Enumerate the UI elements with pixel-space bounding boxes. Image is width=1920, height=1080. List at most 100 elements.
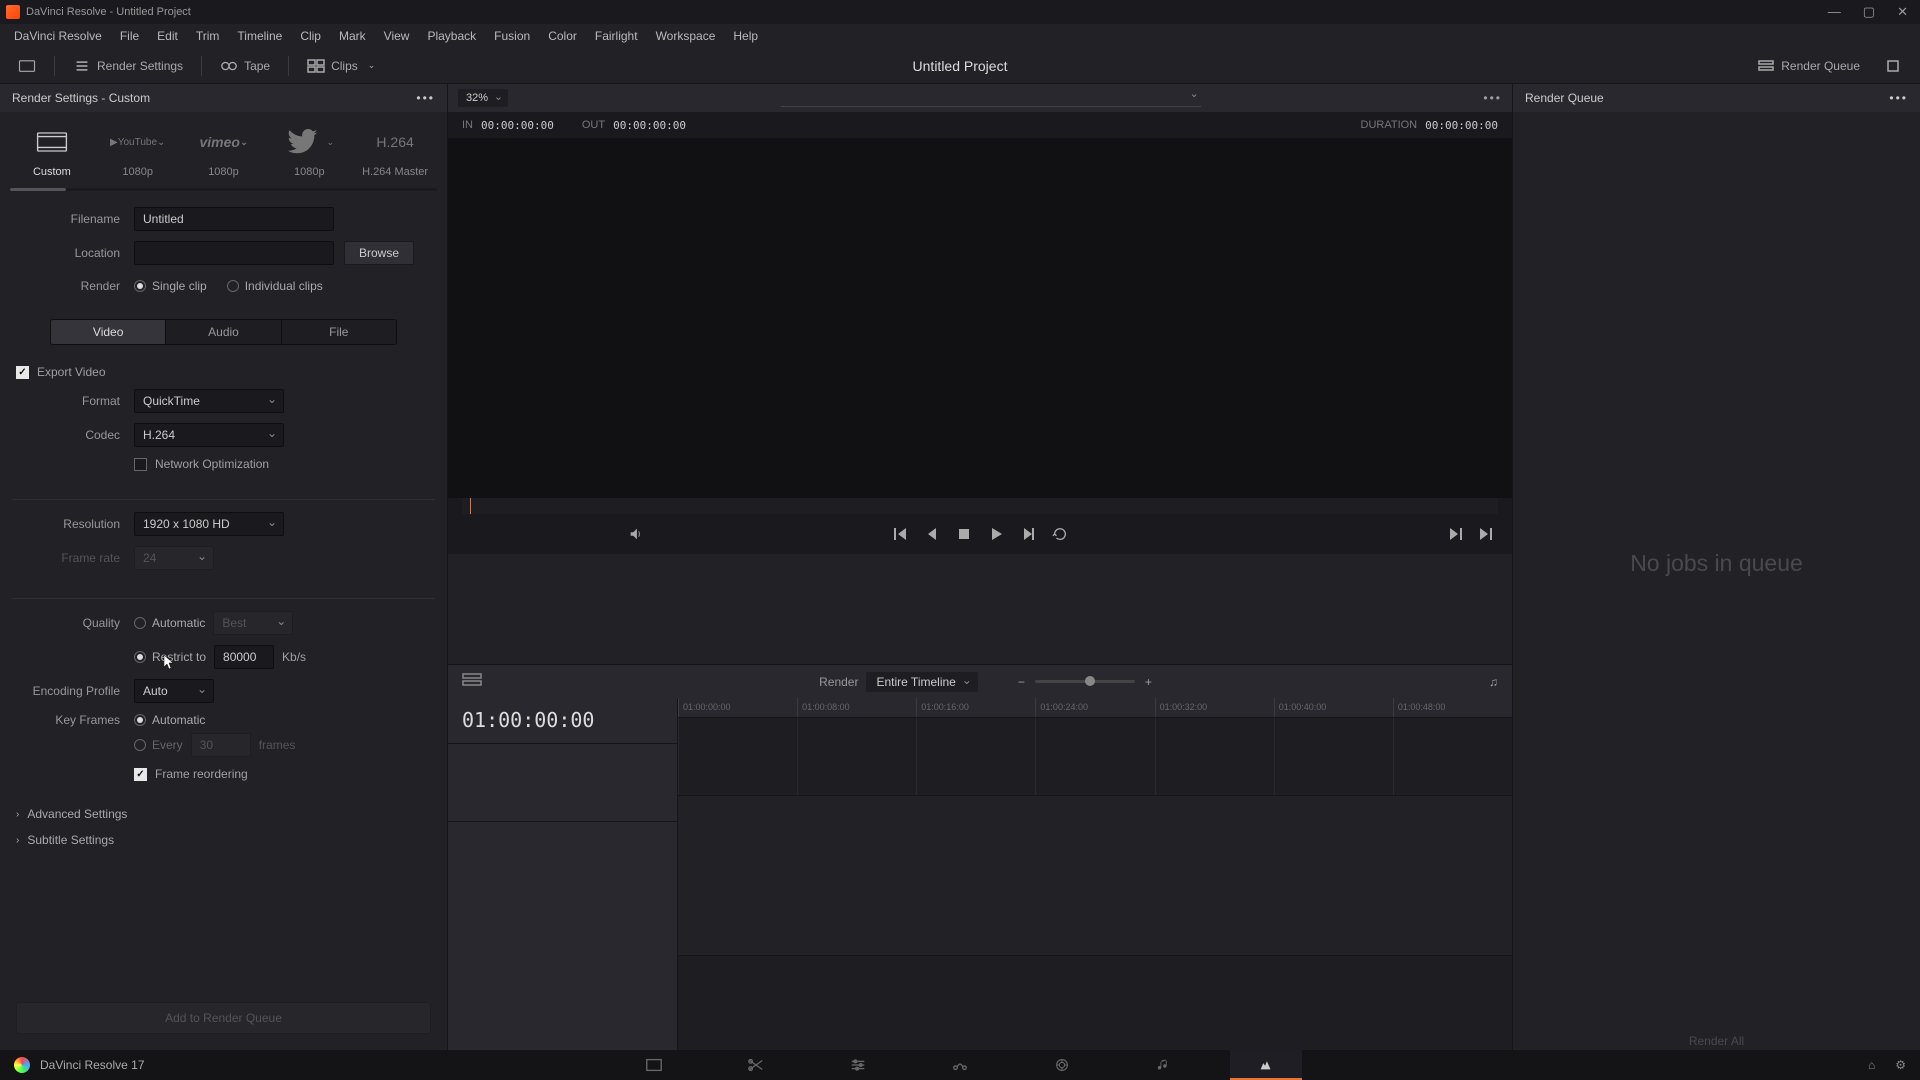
enc-profile-select[interactable]: Auto xyxy=(134,679,214,703)
menu-trim[interactable]: Trim xyxy=(188,27,228,45)
resolution-select[interactable]: 1920 x 1080 HD xyxy=(134,512,284,536)
preset-scrollbar[interactable] xyxy=(10,188,437,191)
restrict-value-input[interactable] xyxy=(214,645,274,669)
tab-file[interactable]: File xyxy=(281,320,396,344)
menu-mark[interactable]: Mark xyxy=(331,27,374,45)
menu-davinci[interactable]: DaVinci Resolve xyxy=(6,27,110,45)
page-fusion[interactable] xyxy=(924,1050,996,1080)
frame-reorder-checkbox[interactable] xyxy=(134,768,147,781)
network-opt-checkbox[interactable] xyxy=(134,458,147,471)
frame-reorder-label: Frame reordering xyxy=(155,767,248,781)
app-name: DaVinci Resolve 17 xyxy=(40,1058,145,1072)
page-fairlight[interactable] xyxy=(1128,1050,1200,1080)
settings-icon[interactable]: ⚙ xyxy=(1895,1058,1906,1072)
codec-select[interactable]: H.264 xyxy=(134,423,284,447)
menu-clip[interactable]: Clip xyxy=(292,27,329,45)
menu-edit[interactable]: Edit xyxy=(149,27,186,45)
kf-auto-label: Automatic xyxy=(152,713,205,727)
restrict-to-radio[interactable] xyxy=(134,651,146,663)
single-clip-radio[interactable] xyxy=(134,280,146,292)
individual-clips-radio[interactable] xyxy=(227,280,239,292)
volume-icon[interactable] xyxy=(628,526,644,542)
filename-input[interactable] xyxy=(134,207,334,231)
advanced-settings-expand[interactable]: ›Advanced Settings xyxy=(0,801,447,827)
timeline-view-icon[interactable] xyxy=(462,673,482,690)
next-frame-button[interactable] xyxy=(1020,526,1036,542)
maximize-button[interactable]: ▢ xyxy=(1863,4,1875,20)
vimeo-icon: vimeo ⌄ xyxy=(199,128,247,156)
kf-auto-radio[interactable] xyxy=(134,714,146,726)
zoom-in-button[interactable]: + xyxy=(1145,675,1152,689)
tab-video[interactable]: Video xyxy=(51,320,165,344)
prev-frame-button[interactable] xyxy=(924,526,940,542)
location-input[interactable] xyxy=(134,241,334,265)
render-settings-button[interactable]: Render Settings xyxy=(65,55,191,77)
menu-timeline[interactable]: Timeline xyxy=(229,27,290,45)
playhead[interactable] xyxy=(470,498,471,514)
browse-button[interactable]: Browse xyxy=(344,241,414,265)
location-label: Location xyxy=(16,246,134,260)
page-cut[interactable] xyxy=(720,1050,792,1080)
add-to-render-queue-button: Add to Render Queue xyxy=(16,1002,431,1034)
audio-icon[interactable]: ♫ xyxy=(1489,675,1498,689)
menu-help[interactable]: Help xyxy=(725,27,766,45)
last-frame-button[interactable] xyxy=(1448,526,1464,542)
video-track-header xyxy=(448,744,677,822)
menu-fusion[interactable]: Fusion xyxy=(486,27,538,45)
home-icon[interactable]: ⌂ xyxy=(1868,1058,1875,1072)
render-queue-panel: Render Queue ••• No jobs in queue Render… xyxy=(1512,84,1920,1050)
scrub-bar[interactable] xyxy=(462,498,1498,514)
format-select[interactable]: QuickTime xyxy=(134,389,284,413)
preset-vimeo[interactable]: vimeo ⌄ 1080p xyxy=(182,126,266,180)
zoom-out-button[interactable]: − xyxy=(1018,675,1025,689)
menu-playback[interactable]: Playback xyxy=(419,27,484,45)
out-timecode: 00:00:00:00 xyxy=(613,119,686,132)
menu-file[interactable]: File xyxy=(112,27,147,45)
preset-h264[interactable]: H.264 H.264 Master xyxy=(353,126,437,180)
audio-track[interactable] xyxy=(678,796,1512,956)
menu-view[interactable]: View xyxy=(376,27,418,45)
render-scope-select[interactable]: Entire Timeline xyxy=(866,672,977,692)
play-button[interactable] xyxy=(988,526,1004,542)
queue-options-button[interactable]: ••• xyxy=(1889,91,1908,105)
chevron-right-icon: › xyxy=(16,809,19,820)
quality-auto-radio[interactable] xyxy=(134,617,146,629)
page-media[interactable] xyxy=(618,1050,690,1080)
export-video-checkbox[interactable] xyxy=(16,366,29,379)
panel-options-button[interactable]: ••• xyxy=(416,91,435,105)
subtitle-settings-expand[interactable]: ›Subtitle Settings xyxy=(0,827,447,853)
render-queue-button[interactable]: Render Queue xyxy=(1749,55,1868,77)
go-end-button[interactable] xyxy=(1478,526,1494,542)
loop-button[interactable] xyxy=(1052,526,1068,542)
page-edit[interactable] xyxy=(822,1050,894,1080)
timeline-ruler[interactable]: 01:00:00:00 01:00:08:00 01:00:16:00 01:0… xyxy=(678,698,1512,718)
minimize-button[interactable]: — xyxy=(1828,4,1841,20)
format-label: Format xyxy=(16,394,134,408)
kf-every-radio[interactable] xyxy=(134,739,146,751)
deliver-page-icon[interactable] xyxy=(10,55,44,77)
app-icon xyxy=(6,5,20,19)
preset-twitter[interactable]: ⌄ 1080p xyxy=(267,126,351,180)
kf-frames-label: frames xyxy=(259,738,296,752)
framerate-select: 24 xyxy=(134,546,214,570)
video-track[interactable] xyxy=(678,718,1512,796)
menu-color[interactable]: Color xyxy=(540,27,585,45)
tab-audio[interactable]: Audio xyxy=(165,320,280,344)
h264-icon: H.264 xyxy=(376,128,413,156)
page-deliver[interactable] xyxy=(1230,1050,1302,1080)
preset-custom[interactable]: Custom xyxy=(10,126,94,180)
source-select[interactable] xyxy=(781,89,1201,107)
close-button[interactable]: ✕ xyxy=(1897,4,1908,20)
page-color[interactable] xyxy=(1026,1050,1098,1080)
first-frame-button[interactable] xyxy=(892,526,908,542)
expand-button[interactable] xyxy=(1876,55,1910,77)
tape-button[interactable]: Tape xyxy=(212,55,278,77)
menu-fairlight[interactable]: Fairlight xyxy=(587,27,646,45)
stop-button[interactable] xyxy=(956,526,972,542)
zoom-select[interactable]: 32% xyxy=(458,89,508,107)
zoom-slider[interactable] xyxy=(1035,680,1135,683)
viewer-options-button[interactable]: ••• xyxy=(1483,91,1502,105)
preset-youtube[interactable]: ▶ YouTube ⌄ 1080p xyxy=(96,126,180,180)
menu-workspace[interactable]: Workspace xyxy=(648,27,724,45)
clips-button[interactable]: Clips⌄ xyxy=(299,55,383,77)
